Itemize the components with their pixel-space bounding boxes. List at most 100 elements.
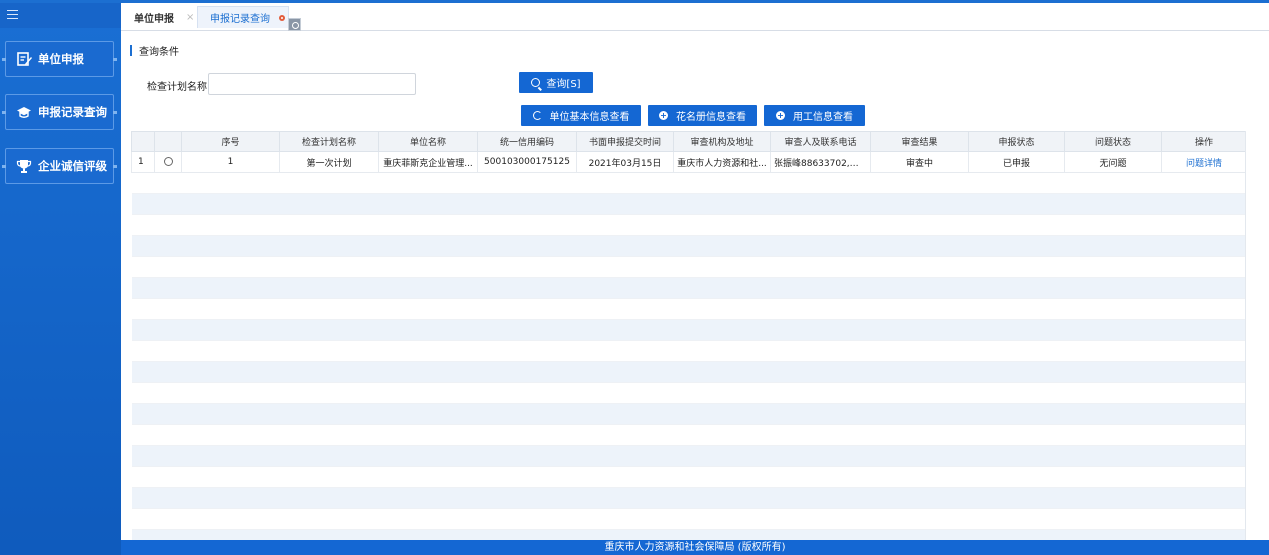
empty-cell [131, 235, 1246, 257]
plan-name-input[interactable] [208, 73, 416, 95]
empty-row [131, 445, 1246, 467]
sidebar-item-label: 申报记录查询 [38, 105, 107, 119]
graduation-cap-icon [16, 104, 32, 120]
close-icon[interactable]: × [186, 12, 194, 23]
sidebar-item-label: 单位申报 [38, 52, 84, 66]
empty-row [131, 466, 1246, 488]
plus-circle-icon: + [776, 110, 785, 120]
table-header-row: 序号 检查计划名称 单位名称 统一信用编码 书面申报提交时间 审查机构及地址 审… [131, 131, 1246, 152]
empty-row [131, 193, 1246, 215]
empty-cell [131, 466, 1246, 488]
empty-row [131, 319, 1246, 341]
cell-agency: 重庆市人力资源和社... [673, 151, 771, 173]
empty-cell [131, 193, 1246, 215]
empty-cell [131, 508, 1246, 530]
sidebar-footer [0, 540, 121, 555]
empty-cell [131, 487, 1246, 509]
section-title-text: 查询条件 [139, 47, 179, 58]
cell-submit-time: 2021年03月15日 [576, 151, 674, 173]
menu-icon [7, 10, 18, 19]
empty-cell [131, 340, 1246, 362]
header-cell: 统一信用编码 [477, 131, 577, 152]
header-cell: 序号 [181, 131, 280, 152]
radio-icon [163, 157, 173, 166]
cell-issue-status: 无问题 [1064, 151, 1162, 173]
table-row[interactable]: 1 1 第一次计划 重庆菲斯克企业管理... 500103000175125 2… [131, 151, 1246, 173]
empty-row [131, 214, 1246, 236]
tab-label: 单位申报 [134, 13, 174, 25]
cell-plan-name: 第一次计划 [279, 151, 379, 173]
empty-cell [131, 319, 1246, 341]
row-number: 1 [131, 151, 155, 173]
empty-row [131, 277, 1246, 299]
search-button-label: 查询[S] [546, 79, 581, 90]
empty-row [131, 529, 1246, 540]
empty-cell [131, 424, 1246, 446]
employment-info-button[interactable]: + 用工信息查看 [764, 105, 865, 126]
sidebar-item-label: 企业诚信评级 [38, 159, 107, 173]
edit-icon [16, 51, 32, 67]
empty-row [131, 403, 1246, 425]
empty-row [131, 424, 1246, 446]
roster-info-label: 花名册信息查看 [676, 112, 746, 123]
empty-cell [131, 403, 1246, 425]
sidebar-item-credit-rating[interactable]: 企业诚信评级 [2, 148, 117, 184]
tab-menu-icon[interactable] [288, 18, 301, 31]
empty-cell [131, 277, 1246, 299]
empty-row [131, 361, 1246, 383]
empty-row [131, 256, 1246, 278]
sidebar: 单位申报 申报记录查询 企业诚信评级 [0, 3, 121, 555]
header-cell: 审查机构及地址 [673, 131, 771, 152]
grid-border [1245, 131, 1246, 540]
empty-cell [131, 361, 1246, 383]
empty-cell [131, 529, 1246, 540]
header-cell: 问题状态 [1064, 131, 1162, 152]
tab-unit-declare[interactable]: 单位申报 × [134, 6, 194, 28]
sidebar-item-unit-declare[interactable]: 单位申报 [2, 41, 117, 77]
search-button[interactable]: 查询[S] [519, 72, 593, 93]
header-cell: 操作 [1161, 131, 1246, 152]
empty-row [131, 172, 1246, 194]
refresh-icon [532, 111, 542, 120]
cell-seq: 1 [181, 151, 280, 173]
tab-record-query[interactable]: 申报记录查询 [197, 6, 289, 28]
issue-detail-link[interactable]: 问题详情 [1161, 151, 1246, 173]
header-cell: 书面申报提交时间 [576, 131, 674, 152]
close-icon[interactable] [279, 14, 285, 21]
menu-toggle-button[interactable] [0, 3, 121, 28]
tab-label: 申报记录查询 [210, 14, 270, 25]
header-cell [131, 131, 155, 152]
trophy-icon [16, 158, 32, 174]
empty-cell [131, 382, 1246, 404]
empty-cell [131, 256, 1246, 278]
unit-info-label: 单位基本信息查看 [549, 112, 630, 123]
records-table: 序号 检查计划名称 单位名称 统一信用编码 书面申报提交时间 审查机构及地址 审… [131, 131, 1246, 540]
plus-circle-icon: + [659, 110, 668, 120]
section-title: 查询条件 [130, 43, 179, 58]
plan-name-label: 检查计划名称 [147, 82, 207, 93]
tab-bar: 单位申报 × 申报记录查询 [121, 3, 1269, 31]
row-select-radio[interactable] [154, 151, 182, 173]
cell-credit-code: 500103000175125 [477, 151, 577, 173]
empty-row [131, 298, 1246, 320]
footer-copyright: 重庆市人力资源和社会保障局 (版权所有) [121, 540, 1269, 555]
empty-cell [131, 214, 1246, 236]
empty-cell [131, 172, 1246, 194]
sidebar-item-record-query[interactable]: 申报记录查询 [2, 94, 117, 130]
empty-row [131, 487, 1246, 509]
empty-cell [131, 298, 1246, 320]
section-marker [130, 45, 132, 56]
cell-declare-status: 已申报 [968, 151, 1065, 173]
cell-reviewer: 张振峰88633702,余... [770, 151, 871, 173]
roster-info-button[interactable]: + 花名册信息查看 [648, 105, 757, 126]
cell-unit-name: 重庆菲斯克企业管理... [378, 151, 478, 173]
header-cell: 申报状态 [968, 131, 1065, 152]
empty-row [131, 508, 1246, 530]
unit-info-button[interactable]: 单位基本信息查看 [521, 105, 641, 126]
header-cell: 检查计划名称 [279, 131, 379, 152]
search-icon [531, 78, 541, 87]
empty-cell [131, 445, 1246, 467]
empty-row [131, 382, 1246, 404]
header-cell: 单位名称 [378, 131, 478, 152]
header-cell: 审查结果 [870, 131, 969, 152]
